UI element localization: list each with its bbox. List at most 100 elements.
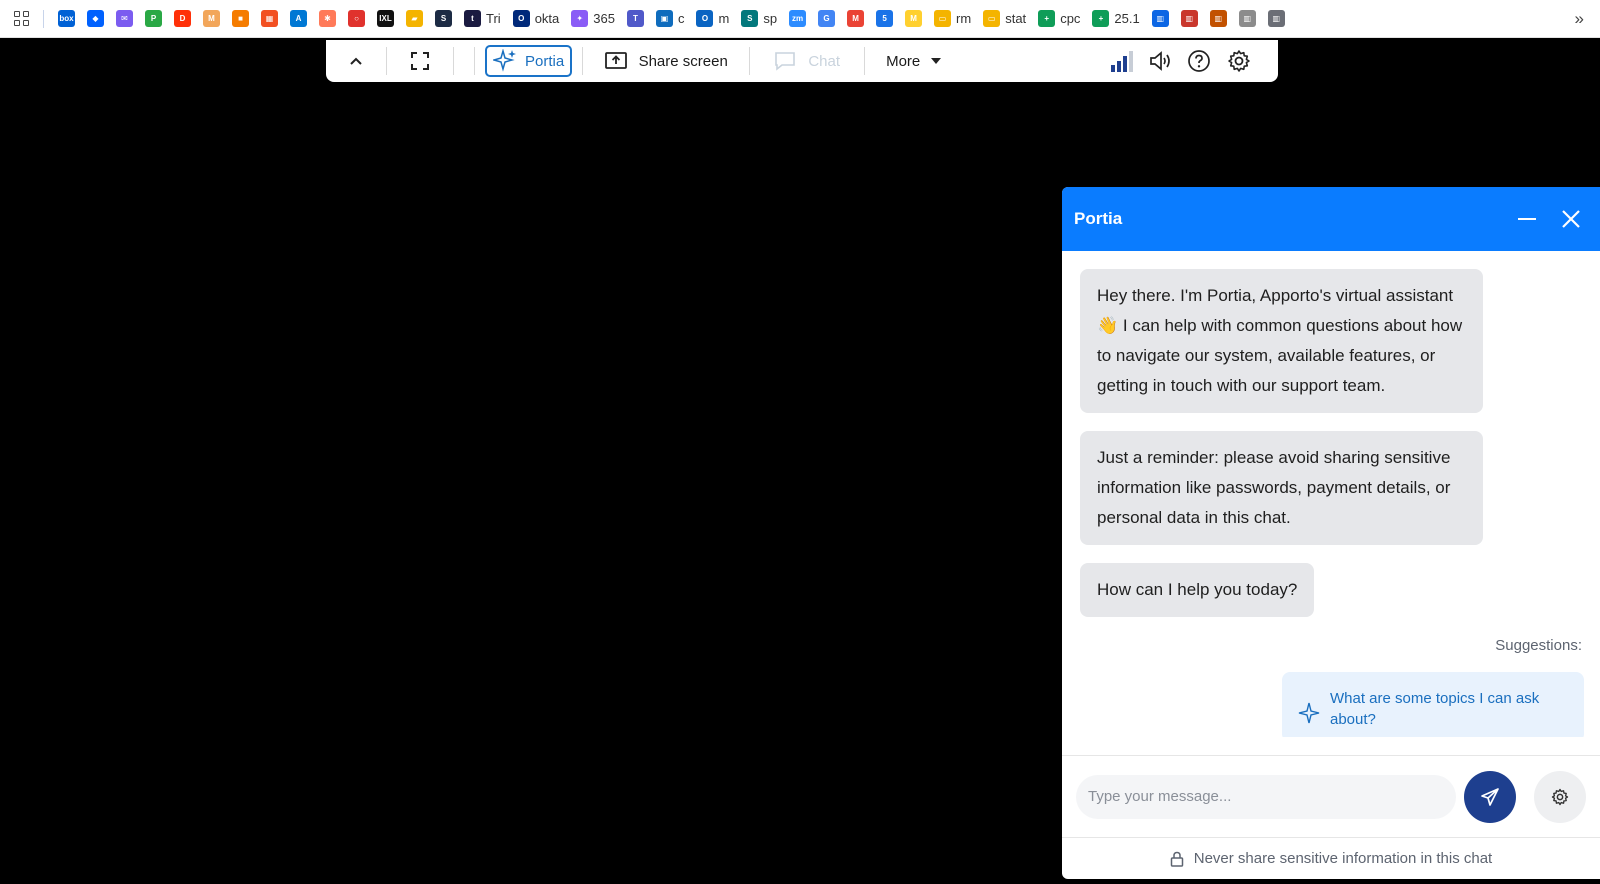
fullscreen-icon xyxy=(411,52,429,70)
connection-quality-button[interactable] xyxy=(1104,40,1142,82)
bookmark-item[interactable]: ▥ xyxy=(1204,0,1233,38)
calendar-icon: ▣ xyxy=(655,10,673,27)
bookmark-item[interactable]: ✦ 365 xyxy=(565,0,621,38)
bookmark-item[interactable]: ▥ xyxy=(1175,0,1204,38)
bookmarks-divider xyxy=(43,9,44,28)
bookmark-item[interactable]: ✉ xyxy=(110,0,139,38)
suggestion-chip[interactable]: What are some topics I can ask about? xyxy=(1282,672,1584,737)
bookmark-item[interactable]: G xyxy=(812,0,841,38)
bookmark-item[interactable]: ◆ xyxy=(81,0,110,38)
bookmark-label: Tri xyxy=(486,11,501,26)
microsoft-icon: ▦ xyxy=(261,10,278,27)
bookmark-item[interactable]: S xyxy=(429,0,458,38)
minimize-button[interactable] xyxy=(1510,202,1544,236)
bookmark-item[interactable]: 5 xyxy=(870,0,899,38)
privacy-note: Never share sensitive information in thi… xyxy=(1193,850,1493,867)
bookmark-item[interactable]: ▥ xyxy=(1233,0,1262,38)
bookmark-item[interactable]: Ookta xyxy=(507,0,566,38)
bookmark-item[interactable]: Om xyxy=(690,0,735,38)
bookmark-item[interactable]: M xyxy=(899,0,928,38)
ring-icon: ○ xyxy=(348,10,365,27)
doordash-icon: D xyxy=(174,10,191,27)
bookmark-item[interactable]: ▭ rm xyxy=(928,0,977,38)
bookmark-item[interactable]: ▥ xyxy=(1146,0,1175,38)
fullscreen-button[interactable] xyxy=(387,40,453,82)
bookmark-item[interactable]: A xyxy=(284,0,313,38)
more-menu-button[interactable]: More xyxy=(865,40,963,82)
lock-icon xyxy=(1170,851,1183,867)
bookmark-label: 25.1 xyxy=(1114,11,1140,26)
bookmark-item[interactable]: ○ xyxy=(342,0,371,38)
folder-icon: ▰ xyxy=(406,10,423,27)
gear-icon xyxy=(1551,788,1569,805)
bookmark-item[interactable]: ✱ xyxy=(313,0,342,38)
bookmark-item[interactable]: M xyxy=(197,0,226,38)
privacy-footer: Never share sensitive information in thi… xyxy=(1062,837,1600,879)
box-icon: box xyxy=(58,10,75,27)
bookmark-item[interactable]: D xyxy=(168,0,197,38)
collapse-toolbar-button[interactable] xyxy=(326,40,386,82)
assistant-message: Hey there. I'm Portia, Apporto's virtual… xyxy=(1080,269,1483,413)
share-screen-label: Share screen xyxy=(638,52,728,70)
trello-icon: ▥ xyxy=(1151,10,1169,27)
panel-header: Portia xyxy=(1062,187,1600,251)
bookmark-item[interactable]: ▥ xyxy=(1262,0,1291,38)
bookmark-item[interactable]: ▭ stat xyxy=(977,0,1032,38)
signal-strength-icon xyxy=(1111,51,1133,72)
suggestion-text: What are some topics I can ask about? xyxy=(1330,690,1540,728)
hubspot-icon: ✱ xyxy=(319,10,336,27)
chat-button-label: Chat xyxy=(808,52,841,70)
sheets-icon: + xyxy=(1092,10,1110,27)
ixl-icon: IXL xyxy=(377,10,394,27)
p-icon: P xyxy=(145,10,162,27)
trello-icon: ▥ xyxy=(1209,10,1227,27)
audio-button[interactable] xyxy=(1142,40,1180,82)
portia-button[interactable]: Portia xyxy=(485,45,573,77)
suggestions-label: Suggestions: xyxy=(1495,637,1582,654)
bookmarks-overflow-icon[interactable]: » xyxy=(1575,0,1584,38)
minimize-icon xyxy=(1518,218,1536,220)
bookmark-item[interactable]: P xyxy=(139,0,168,38)
chat-bubble-icon xyxy=(775,52,796,71)
bookmark-label: cpc xyxy=(1060,11,1081,26)
message-composer xyxy=(1062,755,1600,837)
share-screen-button[interactable]: Share screen xyxy=(583,40,749,82)
apps-grid-icon[interactable] xyxy=(10,11,35,26)
bookmark-item[interactable]: M xyxy=(841,0,870,38)
dropbox-icon: ◆ xyxy=(87,10,104,27)
close-icon xyxy=(1562,210,1580,228)
message-list[interactable]: Hey there. I'm Portia, Apporto's virtual… xyxy=(1062,251,1600,737)
bookmark-label: c xyxy=(677,11,685,26)
bookmark-item[interactable]: ■ xyxy=(226,0,255,38)
bookmark-item[interactable]: + cpc xyxy=(1032,0,1086,38)
bookmark-item[interactable]: box xyxy=(52,0,81,38)
bookmark-item[interactable]: T xyxy=(621,0,650,38)
bookmark-item[interactable]: ▦ xyxy=(255,0,284,38)
settings-button[interactable] xyxy=(1218,40,1260,82)
send-button[interactable] xyxy=(1464,770,1516,823)
bookmark-item[interactable]: ▣ c xyxy=(650,0,691,38)
bookmark-item[interactable]: IXL xyxy=(371,0,400,38)
miro-icon: M xyxy=(905,10,923,27)
bookmark-item[interactable]: zm xyxy=(783,0,812,38)
sharepoint-icon: S xyxy=(741,10,759,27)
copilot-icon: ✦ xyxy=(571,10,589,27)
chat-settings-button[interactable] xyxy=(1534,770,1586,823)
google-icon: G xyxy=(818,10,836,27)
t-icon: t xyxy=(464,10,481,27)
trello-icon: ▥ xyxy=(1238,10,1256,27)
bookmark-item[interactable]: ▰ xyxy=(400,0,429,38)
trello-icon: ▥ xyxy=(1267,10,1285,27)
bookmark-item[interactable]: Ssp xyxy=(735,0,783,38)
message-input[interactable] xyxy=(1076,774,1456,819)
speaker-icon xyxy=(1150,51,1170,71)
bookmark-item[interactable]: +25.1 xyxy=(1086,0,1145,38)
more-label: More xyxy=(886,52,921,70)
azure-icon: A xyxy=(290,10,307,27)
close-button[interactable] xyxy=(1554,202,1588,236)
bookmark-label: okta xyxy=(534,11,560,26)
help-button[interactable] xyxy=(1180,40,1218,82)
chat-button[interactable]: Chat xyxy=(750,40,864,82)
bookmark-item[interactable]: t Tri xyxy=(458,0,507,38)
chevron-up-icon xyxy=(350,57,362,65)
